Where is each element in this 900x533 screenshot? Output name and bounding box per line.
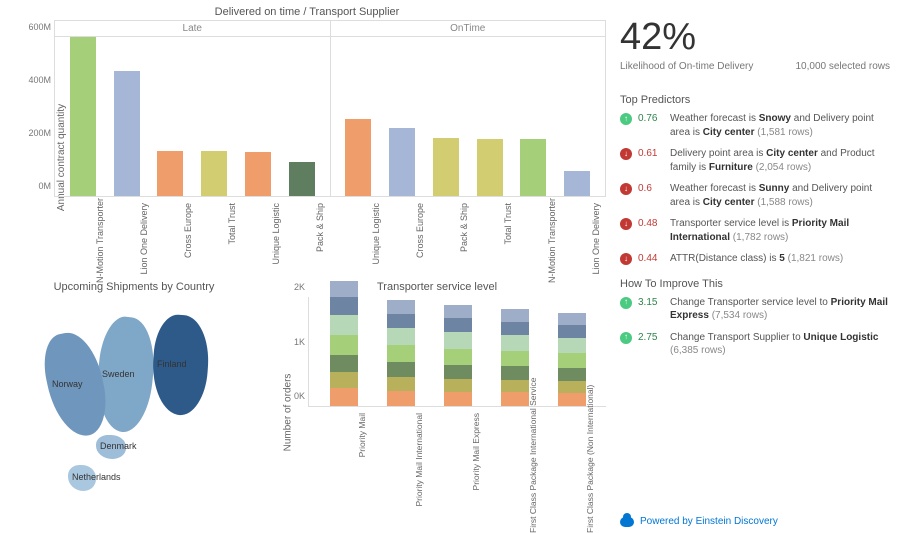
selected-rows: 10,000 selected rows <box>795 61 890 72</box>
predictor-row[interactable]: ↑ 3.15 Change Transporter service level to… <box>620 296 890 323</box>
predictor-value: 0.61 <box>638 147 664 161</box>
predictor-text: ATTR(Distance class) is 5 (1,821 rows) <box>670 252 890 266</box>
upcoming-shipments-map[interactable]: Upcoming Shipments by Country Sweden Finl… <box>8 281 268 527</box>
map-title: Upcoming Shipments by Country <box>8 281 260 293</box>
country-label: Norway <box>52 379 83 389</box>
predictor-row[interactable]: ↑ 0.76 Weather forecast is Snowy and Deliv… <box>620 112 890 139</box>
improve-heading: How To Improve This <box>620 278 890 290</box>
top-predictors-heading: Top Predictors <box>620 94 890 106</box>
predictor-row[interactable]: ↓ 0.44 ATTR(Distance class) is 5 (1,821 ro… <box>620 252 890 266</box>
prediction-panel: 42% Likelihood of On-time Delivery 10,00… <box>610 0 900 531</box>
y-tick: 400M <box>28 75 51 85</box>
bar[interactable] <box>157 151 183 196</box>
y-tick: 600M <box>28 22 51 32</box>
stacked-bar[interactable] <box>330 281 358 406</box>
bar[interactable] <box>477 139 503 196</box>
predictor-value: 2.75 <box>638 331 664 345</box>
bar[interactable] <box>520 139 546 196</box>
chart-title: Delivered on time / Transport Supplier <box>8 6 606 18</box>
delivered-on-time-chart[interactable]: Delivered on time / Transport Supplier L… <box>8 6 606 277</box>
bar[interactable] <box>70 37 96 196</box>
x-label: First Class Package (Non International) <box>585 413 705 441</box>
likelihood-percent: 42% <box>620 16 890 59</box>
arrow-up-icon: ↑ <box>620 332 632 344</box>
y-tick: 1K <box>294 337 305 347</box>
predictor-text: Change Transport Supplier to Unique Logi… <box>670 331 890 358</box>
y-tick: 0K <box>294 391 305 401</box>
predictor-text: Weather forecast is Snowy and Delivery p… <box>670 112 890 139</box>
stacked-bar[interactable] <box>501 309 529 406</box>
predictor-text: Weather forecast is Sunny and Delivery p… <box>670 182 890 209</box>
bar[interactable] <box>114 71 140 196</box>
bar[interactable] <box>433 138 459 196</box>
group-header: Late <box>54 20 331 37</box>
charts-panel: Delivered on time / Transport Supplier L… <box>0 0 610 531</box>
stacked-bar[interactable] <box>558 313 586 406</box>
likelihood-subtitle: Likelihood of On-time Delivery <box>620 61 753 72</box>
predictor-row[interactable]: ↑ 2.75 Change Transport Supplier to Unique… <box>620 331 890 358</box>
bar[interactable] <box>289 162 315 196</box>
group-header: OnTime <box>331 20 607 37</box>
bar[interactable] <box>345 119 371 196</box>
predictor-value: 0.76 <box>638 112 664 126</box>
stacked-bar[interactable] <box>387 300 415 406</box>
y-tick: 0M <box>38 181 51 191</box>
arrow-down-icon: ↓ <box>620 148 632 160</box>
country-label: Sweden <box>102 369 135 379</box>
arrow-up-icon: ↑ <box>620 297 632 309</box>
predictor-value: 0.6 <box>638 182 664 196</box>
stacked-bar[interactable] <box>444 305 472 406</box>
country-label: Denmark <box>100 441 137 451</box>
bar[interactable] <box>201 151 227 196</box>
predictor-value: 0.44 <box>638 252 664 266</box>
transporter-service-level-chart[interactable]: Transporter service level Number of orde… <box>268 281 606 527</box>
y-tick: 2K <box>294 282 305 292</box>
predictor-value: 3.15 <box>638 296 664 310</box>
cloud-icon <box>620 517 634 527</box>
predictor-text: Transporter service level is Priority Ma… <box>670 217 890 244</box>
arrow-up-icon: ↑ <box>620 113 632 125</box>
predictor-row[interactable]: ↓ 0.61 Delivery point area is City center … <box>620 147 890 174</box>
y-tick: 200M <box>28 128 51 138</box>
country-label: Finland <box>157 359 187 369</box>
predictor-text: Change Transporter service level to Prio… <box>670 296 890 323</box>
x-label: Lion One Delivery <box>591 203 671 229</box>
arrow-down-icon: ↓ <box>620 183 632 195</box>
bar[interactable] <box>389 128 415 196</box>
bar[interactable] <box>564 171 590 196</box>
bar[interactable] <box>245 152 271 196</box>
einstein-discovery-link[interactable]: Powered by Einstein Discovery <box>620 516 890 527</box>
country-label: Netherlands <box>72 472 121 482</box>
arrow-down-icon: ↓ <box>620 253 632 265</box>
predictor-text: Delivery point area is City center and P… <box>670 147 890 174</box>
